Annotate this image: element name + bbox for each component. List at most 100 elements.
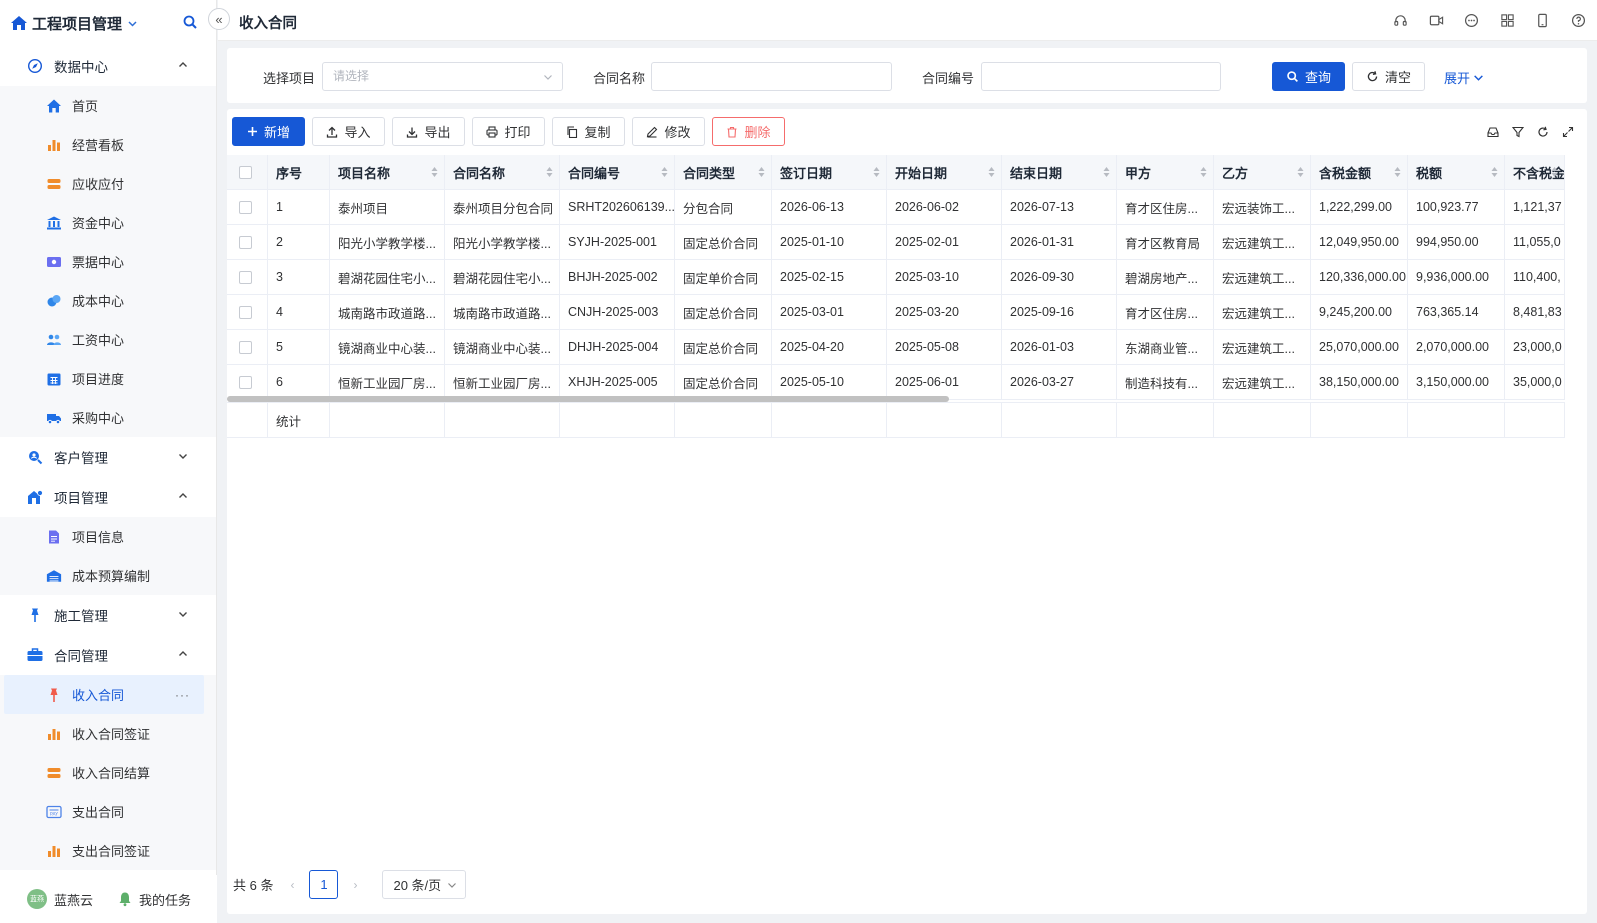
column-header[interactable]: 乙方	[1214, 155, 1311, 189]
sidebar-item[interactable]: 项目信息	[0, 517, 216, 556]
table-row[interactable]: 6 恒新工业园厂房... 恒新工业园厂房... XHJH-2025-005 固定总价合同…	[227, 365, 1565, 400]
column-header[interactable]: 合同名称	[445, 155, 560, 189]
sort-icon[interactable]	[1394, 166, 1401, 178]
card-icon	[46, 176, 62, 192]
table-row[interactable]: 1 泰州项目 泰州项目分包合同 SRHT202606139... 分包合同 2026-06…	[227, 190, 1565, 225]
sidebar-group[interactable]: 合同管理	[0, 635, 216, 675]
prev-page-button[interactable]: ‹	[281, 878, 303, 892]
sort-icon[interactable]	[758, 166, 765, 178]
query-button[interactable]: 查询	[1272, 62, 1345, 91]
column-header[interactable]: 税额	[1408, 155, 1505, 189]
sidebar-group[interactable]: 数据中心	[0, 46, 216, 86]
sidebar-item[interactable]: PAY 支出合同	[0, 792, 216, 831]
my-tasks-link[interactable]: 我的任务	[139, 890, 191, 909]
sort-icon[interactable]	[1551, 166, 1558, 178]
page-size-value: 20 条/页	[393, 878, 442, 893]
search-icon[interactable]	[182, 14, 198, 30]
chat-icon[interactable]	[1463, 11, 1481, 29]
collapse-sidebar-button[interactable]: «	[208, 8, 230, 30]
sidebar-item[interactable]: 票据中心	[0, 242, 216, 281]
sidebar-item[interactable]: 项目进度	[0, 359, 216, 398]
video-icon[interactable]	[1427, 11, 1445, 29]
add-button-label: 新增	[263, 125, 290, 140]
sidebar-item[interactable]: 资金中心	[0, 203, 216, 242]
column-header[interactable]: 甲方	[1117, 155, 1214, 189]
row-checkbox[interactable]	[239, 235, 252, 249]
row-checkbox[interactable]	[239, 375, 252, 389]
app-brand[interactable]: 工程项目管理	[0, 0, 216, 46]
contract-no-input[interactable]	[981, 62, 1221, 91]
sort-icon[interactable]	[1200, 166, 1207, 178]
column-header[interactable]: 合同类型	[675, 155, 772, 189]
sort-icon[interactable]	[1103, 166, 1110, 178]
sidebar-group[interactable]: 客户管理	[0, 437, 216, 477]
row-checkbox[interactable]	[239, 270, 252, 284]
sidebar-group[interactable]: 项目管理	[0, 477, 216, 517]
refresh-icon[interactable]	[1536, 125, 1550, 139]
import-button[interactable]: 导入	[312, 117, 385, 146]
sidebar-item[interactable]: 成本预算编制	[0, 556, 216, 595]
sort-icon[interactable]	[661, 166, 668, 178]
table-row[interactable]: 5 镜湖商业中心装... 镜湖商业中心装... DHJH-2025-004 固定总价合同…	[227, 330, 1565, 365]
expand-toggle[interactable]: 展开	[1444, 68, 1484, 87]
sidebar-item[interactable]: 应收应付	[0, 164, 216, 203]
sidebar-item[interactable]: 成本中心	[0, 281, 216, 320]
column-header[interactable]: 项目名称	[330, 155, 445, 189]
sort-icon[interactable]	[988, 166, 995, 178]
column-header[interactable]: 序号	[268, 155, 330, 189]
sidebar-item[interactable]: 支出合同签证	[0, 831, 216, 870]
select-all-checkbox[interactable]	[239, 165, 252, 179]
inbox-icon[interactable]	[1486, 125, 1500, 139]
contract-name-input[interactable]	[651, 62, 892, 91]
project-select[interactable]: 请选择	[322, 62, 563, 91]
sidebar-item[interactable]: 采购中心	[0, 398, 216, 437]
clear-button[interactable]: 清空	[1352, 62, 1425, 91]
delete-button[interactable]: 删除	[712, 117, 785, 146]
column-header[interactable]: 合同编号	[560, 155, 675, 189]
print-button[interactable]: 打印	[472, 117, 545, 146]
page-number-current[interactable]: 1	[309, 870, 339, 899]
fullscreen-icon[interactable]	[1561, 125, 1575, 139]
sort-icon[interactable]	[1297, 166, 1304, 178]
sort-icon[interactable]	[1491, 166, 1498, 178]
page-size-select[interactable]: 20 条/页	[382, 870, 467, 899]
sidebar-group[interactable]: 施工管理	[0, 595, 216, 635]
table-row[interactable]: 4 城南路市政道路... 城南路市政道路... CNJH-2025-003 固定总价合同…	[227, 295, 1565, 330]
mobile-icon[interactable]	[1534, 11, 1552, 29]
export-button[interactable]: 导出	[392, 117, 465, 146]
edit-button[interactable]: 修改	[632, 117, 705, 146]
sort-icon[interactable]	[546, 166, 553, 178]
table-tools	[1475, 125, 1575, 139]
row-checkbox[interactable]	[239, 340, 252, 354]
sidebar-item[interactable]: 首页	[0, 86, 216, 125]
more-icon[interactable]: ···	[175, 688, 190, 702]
sidebar-item[interactable]: 工资中心	[0, 320, 216, 359]
filter-icon[interactable]	[1511, 125, 1525, 139]
sidebar-item[interactable]: 收入合同 ···	[4, 675, 204, 714]
sort-icon[interactable]	[431, 166, 438, 178]
copy-button[interactable]: 复制	[552, 117, 625, 146]
sidebar-item[interactable]: 收入合同结算	[0, 753, 216, 792]
column-header[interactable]: 签订日期	[772, 155, 887, 189]
apps-grid-icon[interactable]	[1498, 11, 1516, 29]
column-header[interactable]: 含税金额	[1311, 155, 1408, 189]
row-select-cell	[227, 295, 268, 329]
user-name[interactable]: 蓝燕云	[54, 890, 93, 909]
sidebar-item[interactable]: 收入合同签证	[0, 714, 216, 753]
table-row[interactable]: 3 碧湖花园住宅小... 碧湖花园住宅小... BHJH-2025-002 固定单价合同…	[227, 260, 1565, 295]
headset-icon[interactable]	[1392, 11, 1410, 29]
bell-icon[interactable]	[117, 891, 133, 907]
add-button[interactable]: 新增	[232, 117, 305, 146]
row-checkbox[interactable]	[239, 305, 252, 319]
avatar[interactable]: 蓝燕	[27, 889, 47, 909]
sidebar-item[interactable]: 经营看板	[0, 125, 216, 164]
sort-icon[interactable]	[873, 166, 880, 178]
help-icon[interactable]	[1569, 11, 1587, 29]
home-icon	[46, 98, 62, 114]
table-row[interactable]: 2 阳光小学教学楼... 阳光小学教学楼... SYJH-2025-001 固定总价合同…	[227, 225, 1565, 260]
column-header[interactable]: 不含税金	[1505, 155, 1565, 189]
column-header[interactable]: 结束日期	[1002, 155, 1117, 189]
row-checkbox[interactable]	[239, 200, 252, 214]
column-header[interactable]: 开始日期	[887, 155, 1002, 189]
next-page-button[interactable]: ›	[344, 878, 366, 892]
